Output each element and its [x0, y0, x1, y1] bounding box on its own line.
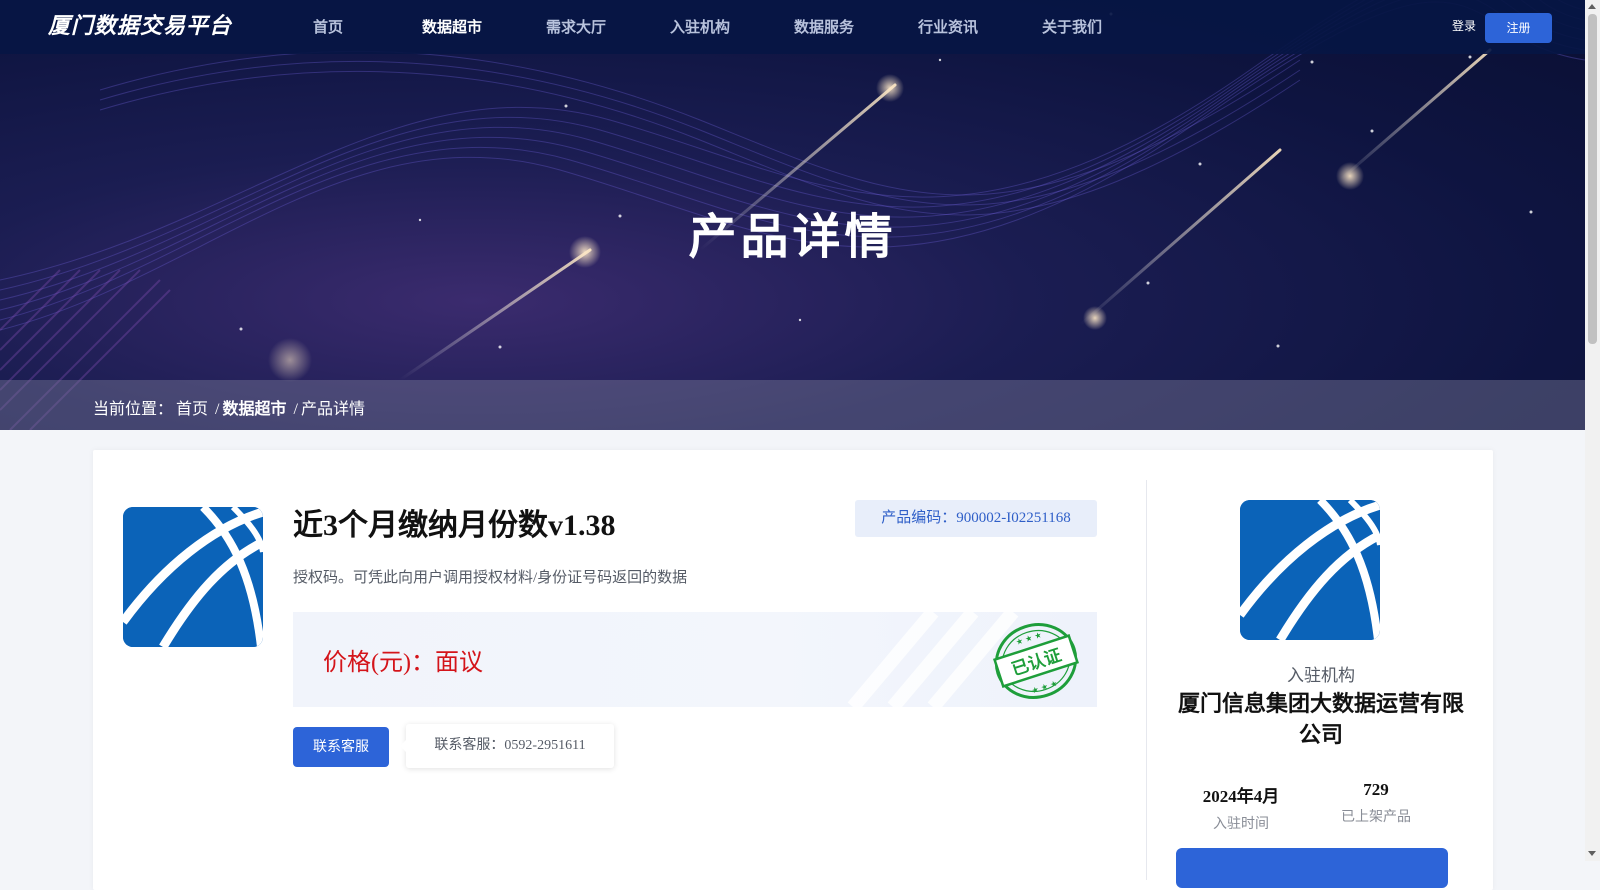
main-nav: 首页 数据超市 需求大厅 入驻机构 数据服务 行业资讯 关于我们: [266, 0, 1134, 54]
hero-title: 产品详情: [688, 209, 897, 265]
scroll-up-arrow-icon[interactable]: [1588, 4, 1596, 9]
nav-item-about-us[interactable]: 关于我们: [1010, 0, 1134, 54]
xinxi-group-logo-icon: [123, 507, 263, 647]
price-label: 价格(元)：面议: [323, 650, 483, 676]
nav-item-industry-news[interactable]: 行业资讯: [886, 0, 1010, 54]
hero-banner: 厦门数据交易平台 首页 数据超市 需求大厅 入驻机构 数据服务 行业资讯 关于我…: [0, 0, 1585, 430]
stat-products-label: 已上架产品: [1341, 810, 1411, 825]
breadcrumb-data-market[interactable]: 数据超市: [222, 401, 286, 418]
page-scrollbar[interactable]: [1585, 0, 1600, 861]
breadcrumb-separator: /: [293, 401, 298, 418]
nav-item-institutions[interactable]: 入驻机构: [638, 0, 762, 54]
breadcrumb-prefix: 当前位置：: [93, 401, 174, 418]
contact-service-button[interactable]: 联系客服: [293, 727, 389, 767]
site-logo[interactable]: 厦门数据交易平台: [48, 10, 232, 44]
org-section-label: 入驻机构: [1287, 666, 1355, 685]
product-logo: [123, 507, 263, 647]
price-panel: 价格(元)：面议 已认证 ★ ★ ★ ★ ★ ★: [293, 612, 1097, 707]
breadcrumb-separator: /: [215, 401, 220, 418]
contact-service-tooltip: 联系客服：0592-2951611: [400, 724, 614, 768]
card-divider: [1146, 480, 1147, 880]
xinxi-group-logo-icon: [1240, 500, 1380, 640]
register-button[interactable]: 注册: [1485, 13, 1552, 43]
breadcrumb-current: 产品详情: [300, 401, 365, 418]
stat-joined: 2024年4月 入驻时间: [1176, 782, 1306, 833]
stat-joined-value: 2024年4月: [1202, 787, 1280, 806]
breadcrumb-bar: 当前位置： 首页 / 数据超市 / 产品详情: [0, 380, 1585, 430]
login-link[interactable]: 登录: [1452, 17, 1476, 34]
top-navigation-bar: 厦门数据交易平台 首页 数据超市 需求大厅 入驻机构 数据服务 行业资讯 关于我…: [0, 0, 1585, 54]
product-detail-card: 近3个月缴纳月份数v1.38 产品编码：900002-I02251168 授权码…: [93, 450, 1493, 890]
org-logo[interactable]: [1240, 500, 1380, 640]
stat-products: 729 已上架产品: [1311, 780, 1441, 826]
product-title: 近3个月缴纳月份数v1.38: [293, 509, 616, 542]
product-description: 授权码。可凭此向用户调用授权材料/身份证号码返回的数据: [293, 570, 688, 586]
stat-products-value: 729: [1363, 780, 1389, 799]
breadcrumb: 当前位置： 首页 / 数据超市 / 产品详情: [93, 395, 368, 419]
scroll-down-arrow-icon[interactable]: [1588, 851, 1596, 856]
breadcrumb-home[interactable]: 首页: [176, 401, 208, 418]
nav-item-demand-hall[interactable]: 需求大厅: [514, 0, 638, 54]
stat-joined-label: 入驻时间: [1213, 817, 1269, 832]
certified-stamp-icon: 已认证 ★ ★ ★ ★ ★ ★: [993, 623, 1079, 699]
product-code-badge: 产品编码：900002-I02251168: [855, 500, 1097, 537]
nav-item-home[interactable]: 首页: [266, 0, 390, 54]
org-name[interactable]: 厦门信息集团大数据运营有限公司: [1171, 688, 1471, 750]
enter-shop-button[interactable]: [1176, 848, 1448, 888]
nav-item-data-services[interactable]: 数据服务: [762, 0, 886, 54]
nav-item-data-market[interactable]: 数据超市: [390, 0, 514, 54]
scroll-thumb[interactable]: [1588, 14, 1597, 344]
